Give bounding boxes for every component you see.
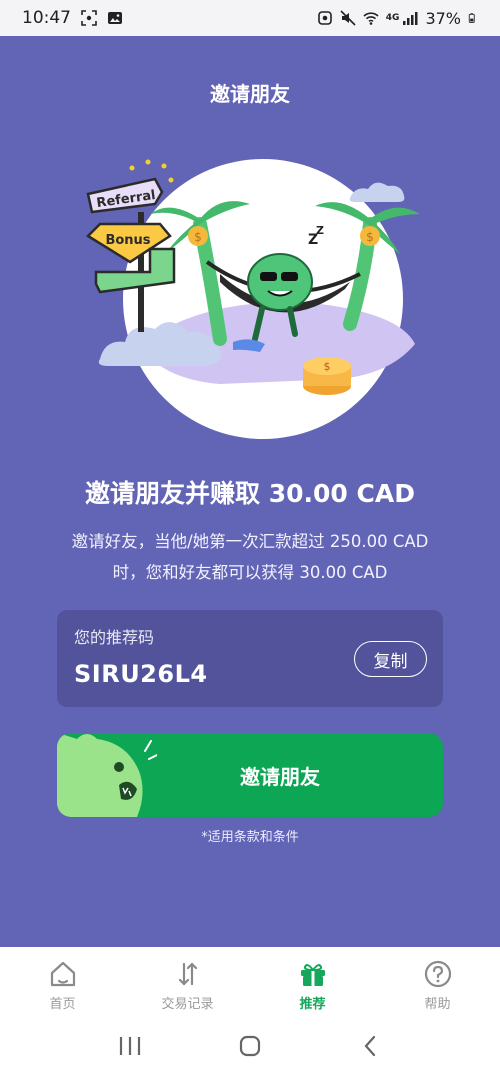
- home-button[interactable]: [235, 1031, 265, 1061]
- battery-percent: 37%: [425, 8, 461, 28]
- svg-text:Z: Z: [316, 224, 324, 237]
- help-icon: [424, 960, 451, 988]
- signal-icon: [403, 12, 418, 25]
- status-time: 10:47: [22, 8, 71, 28]
- back-button[interactable]: [355, 1031, 385, 1061]
- recent-apps-button[interactable]: [115, 1031, 145, 1061]
- referral-code-card: 您的推荐码 SIRU26L4 复制: [57, 610, 443, 707]
- system-nav-bar: [0, 1022, 500, 1069]
- main-content: 邀请朋友 $ $ Z Z $ Referral Bonus 邀请朋友并赚取 30…: [0, 36, 500, 947]
- network-type: 4G: [385, 13, 400, 23]
- svg-text:$: $: [324, 360, 331, 373]
- nav-label-home: 首页: [49, 997, 76, 1012]
- nav-item-home[interactable]: 首页: [0, 947, 125, 1022]
- battery-icon: [468, 13, 475, 23]
- sign-bonus: Bonus: [105, 233, 150, 248]
- mute-icon: [340, 10, 356, 26]
- svg-text:$: $: [366, 230, 374, 244]
- nav-label-help: 帮助: [424, 997, 451, 1012]
- recent-apps-icon: [119, 1036, 141, 1055]
- copy-button[interactable]: 复制: [354, 641, 427, 677]
- gift-icon: [300, 964, 325, 986]
- nav-label-referral: 推荐: [299, 997, 326, 1012]
- back-icon: [364, 1035, 376, 1056]
- screen: 10:47 4G 37% 邀请朋友 $ $ Z Z $ Referral Bon…: [0, 0, 500, 1069]
- nav-item-referral[interactable]: 推荐: [250, 947, 375, 1022]
- description-line-1: 邀请好友，当他/她第一次汇款超过 250.00 CAD: [71, 532, 429, 551]
- invite-friends-label: 邀请朋友: [240, 764, 320, 789]
- terms-link[interactable]: *适用条款和条件: [0, 826, 500, 845]
- alarm-icon: [317, 11, 332, 25]
- screenshot-icon: [81, 10, 97, 26]
- wifi-icon: [363, 12, 379, 25]
- referral-illustration: $ $ Z Z $ Referral Bonus: [86, 159, 420, 439]
- description-line-2: 时，您和好友都可以获得 30.00 CAD: [112, 563, 388, 582]
- nav-label-transactions: 交易记录: [161, 997, 214, 1012]
- gallery-icon: [108, 12, 122, 24]
- nav-item-transactions[interactable]: 交易记录: [125, 947, 250, 1022]
- referral-description: 邀请好友，当他/她第一次汇款超过 250.00 CAD 时，您和好友都可以获得 …: [40, 526, 460, 588]
- transactions-icon: [178, 962, 197, 986]
- status-bar: 10:47 4G 37%: [0, 0, 500, 36]
- status-right: 4G 37%: [317, 9, 478, 28]
- nav-item-help[interactable]: 帮助: [375, 947, 500, 1022]
- home-circle-icon: [239, 1035, 261, 1056]
- svg-text:$: $: [194, 230, 202, 244]
- bottom-nav: 首页 交易记录 推荐 帮助: [0, 947, 500, 1022]
- page-title: 邀请朋友: [210, 82, 290, 106]
- status-left: 10:47: [22, 8, 123, 28]
- home-icon: [50, 961, 75, 987]
- referral-headline: 邀请朋友并赚取 30.00 CAD: [85, 479, 415, 508]
- invite-friends-button[interactable]: 邀请朋友: [57, 733, 443, 817]
- mascot-icon: [57, 733, 157, 817]
